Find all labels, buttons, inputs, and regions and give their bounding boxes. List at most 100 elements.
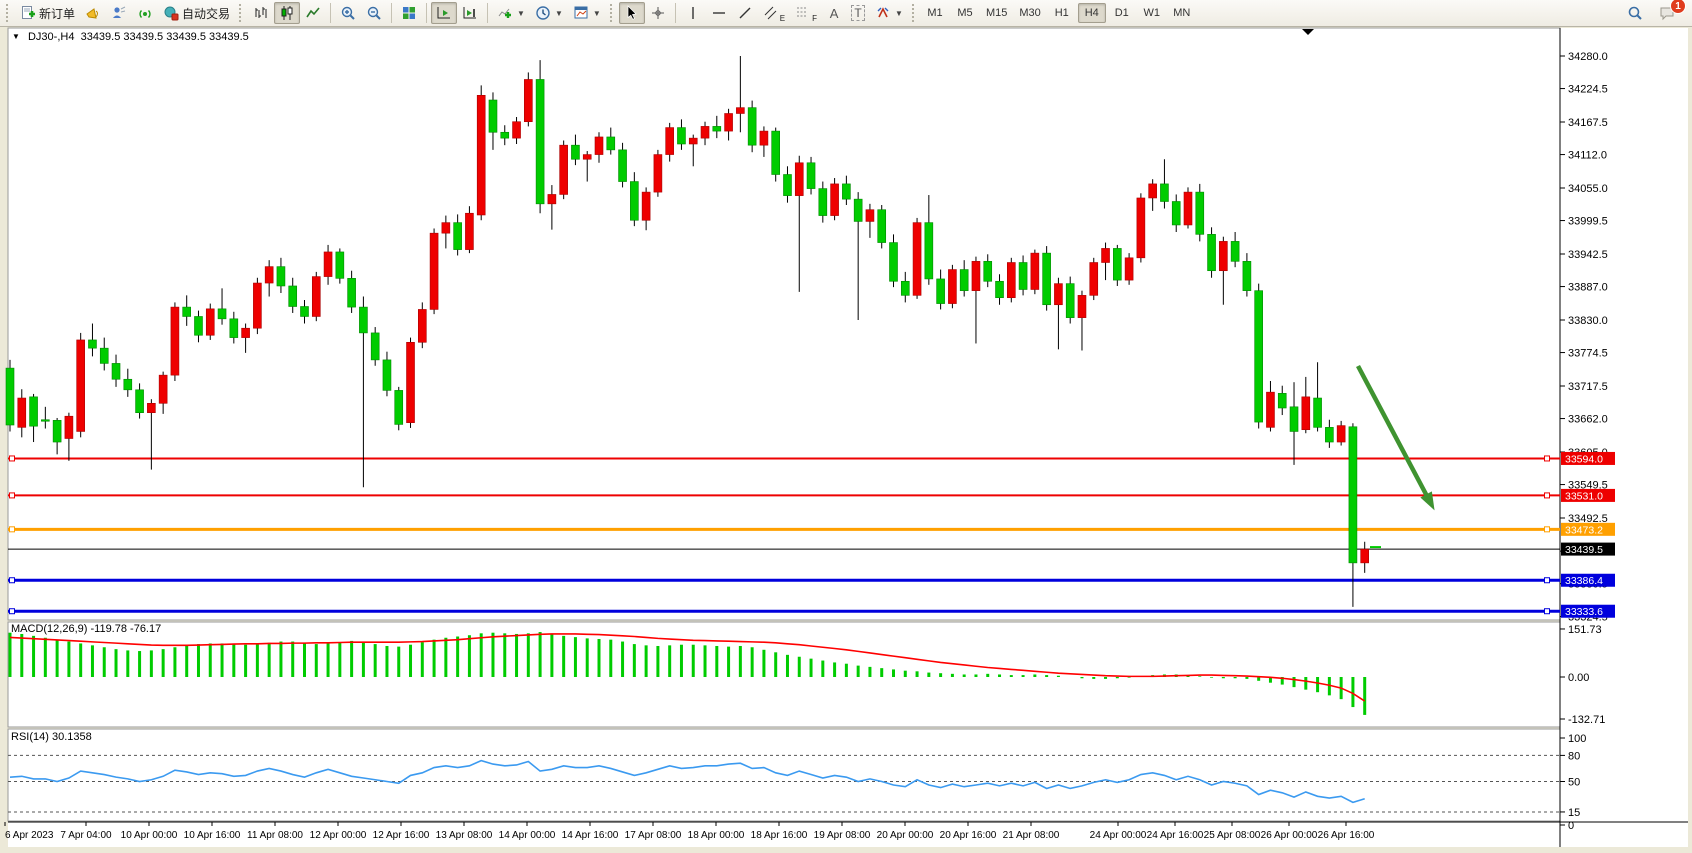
candle-body — [100, 348, 108, 363]
community-button[interactable] — [106, 2, 132, 24]
candle-body — [112, 363, 120, 379]
candle-body — [147, 403, 155, 412]
line-anchor[interactable] — [10, 493, 15, 498]
zoom-out-button[interactable] — [361, 2, 387, 24]
equidistant-channel-tool[interactable]: E — [758, 2, 790, 24]
candle-body — [1243, 261, 1251, 290]
line-anchor[interactable] — [1545, 578, 1550, 583]
svg-text:18 Apr 00:00: 18 Apr 00:00 — [688, 830, 745, 841]
dropdown-caret: ▼ — [517, 9, 525, 18]
candle-body — [890, 243, 898, 282]
tile-windows-button[interactable] — [396, 2, 422, 24]
chart-quotes: 33439.5 33439.5 33439.5 33439.5 — [81, 31, 249, 43]
candle-body — [666, 128, 674, 155]
timeframe-mn[interactable]: MN — [1168, 3, 1196, 23]
line-anchor[interactable] — [10, 609, 15, 614]
line-anchor[interactable] — [1545, 527, 1550, 532]
alerts-button[interactable] — [80, 2, 106, 24]
chart-shift-button[interactable] — [457, 2, 483, 24]
bar-chart-button[interactable] — [248, 2, 274, 24]
svg-text:33439.5: 33439.5 — [1565, 544, 1603, 556]
candle-body — [489, 100, 497, 132]
new-order-icon — [20, 5, 36, 21]
toolbar-grip[interactable] — [610, 4, 615, 22]
line-anchor[interactable] — [10, 578, 15, 583]
timeframe-m15[interactable]: M15 — [981, 3, 1012, 23]
candle-body — [171, 307, 179, 375]
search-button[interactable] — [1622, 2, 1648, 24]
horizontal-line-icon — [711, 5, 727, 21]
candle-body — [312, 277, 320, 317]
candle-body — [713, 126, 721, 131]
candle-body — [831, 184, 839, 216]
timeframe-h4[interactable]: H4 — [1078, 3, 1106, 23]
symbol-dropdown-icon[interactable]: ▼ — [12, 32, 20, 41]
svg-text:21 Apr 08:00: 21 Apr 08:00 — [1003, 830, 1060, 841]
candle-body — [1208, 234, 1216, 270]
candle-body — [583, 155, 591, 160]
candle-body — [536, 79, 544, 203]
person-icon — [111, 5, 127, 21]
timeframe-h1[interactable]: H1 — [1048, 3, 1076, 23]
main-chart-panel[interactable] — [8, 28, 1560, 620]
candle-body — [159, 375, 167, 403]
chart-title: ▼ DJ30-,H4 33439.5 33439.5 33439.5 33439… — [12, 31, 249, 43]
notifications-button[interactable]: 1 — [1654, 2, 1680, 24]
macd-panel[interactable] — [8, 622, 1560, 727]
macd-indicator-label: MACD(12,26,9) -119.78 -76.17 — [11, 623, 161, 635]
crosshair-tool-button[interactable] — [645, 2, 671, 24]
timeframe-m5[interactable]: M5 — [951, 3, 979, 23]
line-anchor[interactable] — [1545, 456, 1550, 461]
new-order-button[interactable]: 新订单 — [15, 2, 80, 24]
candle-body — [878, 210, 886, 243]
timeframe-w1[interactable]: W1 — [1138, 3, 1166, 23]
auto-trading-button[interactable]: 自动交易 — [158, 2, 235, 24]
arrows-tool[interactable]: ▼ — [870, 2, 908, 24]
svg-text:100: 100 — [1568, 733, 1586, 745]
candle-body — [324, 252, 332, 277]
timeframe-m30[interactable]: M30 — [1014, 3, 1045, 23]
add-indicator-button[interactable]: ▼ — [492, 2, 530, 24]
signals-button[interactable] — [132, 2, 158, 24]
label-tool[interactable]: T — [846, 2, 870, 24]
svg-text:20 Apr 00:00: 20 Apr 00:00 — [877, 830, 934, 841]
fibonacci-tool[interactable]: F — [790, 2, 822, 24]
auto-scroll-icon — [436, 5, 452, 21]
trendline-tool[interactable] — [732, 2, 758, 24]
svg-text:33830.0: 33830.0 — [1568, 315, 1608, 327]
candlestick-chart-button[interactable] — [274, 2, 300, 24]
candle-body — [501, 132, 509, 138]
svg-text:15: 15 — [1568, 807, 1580, 819]
line-chart-button[interactable] — [300, 2, 326, 24]
candle-body — [548, 194, 556, 203]
candle-body — [477, 95, 485, 215]
line-anchor[interactable] — [10, 527, 15, 532]
chart-canvas[interactable]: 34280.034224.534167.534112.034055.033999… — [0, 0, 1692, 853]
line-anchor[interactable] — [1545, 609, 1550, 614]
toolbar-grip[interactable] — [6, 4, 11, 22]
cursor-tool-button[interactable] — [619, 2, 645, 24]
candle-body — [41, 420, 49, 422]
timeframe-m1[interactable]: M1 — [921, 3, 949, 23]
auto-scroll-button[interactable] — [431, 2, 457, 24]
text-tool[interactable]: A — [822, 2, 846, 24]
horizontal-line-tool[interactable] — [706, 2, 732, 24]
timeframe-d1[interactable]: D1 — [1108, 3, 1136, 23]
candle-body — [1149, 184, 1157, 198]
periods-button[interactable]: ▼ — [530, 2, 568, 24]
candle-body — [301, 307, 309, 317]
toolbar-grip[interactable] — [239, 4, 244, 22]
vertical-line-tool[interactable] — [680, 2, 706, 24]
line-anchor[interactable] — [10, 456, 15, 461]
templates-button[interactable]: ▼ — [568, 2, 606, 24]
candle-body — [1349, 427, 1357, 563]
toolbar-grip[interactable] — [912, 4, 917, 22]
candle-body — [772, 131, 780, 174]
line-anchor[interactable] — [1545, 493, 1550, 498]
candle-body — [418, 309, 426, 342]
arrows-icon — [875, 5, 891, 21]
zoom-in-button[interactable] — [335, 2, 361, 24]
candle-body — [1043, 253, 1051, 305]
add-indicator-icon — [497, 5, 513, 21]
candle-body — [654, 155, 662, 193]
